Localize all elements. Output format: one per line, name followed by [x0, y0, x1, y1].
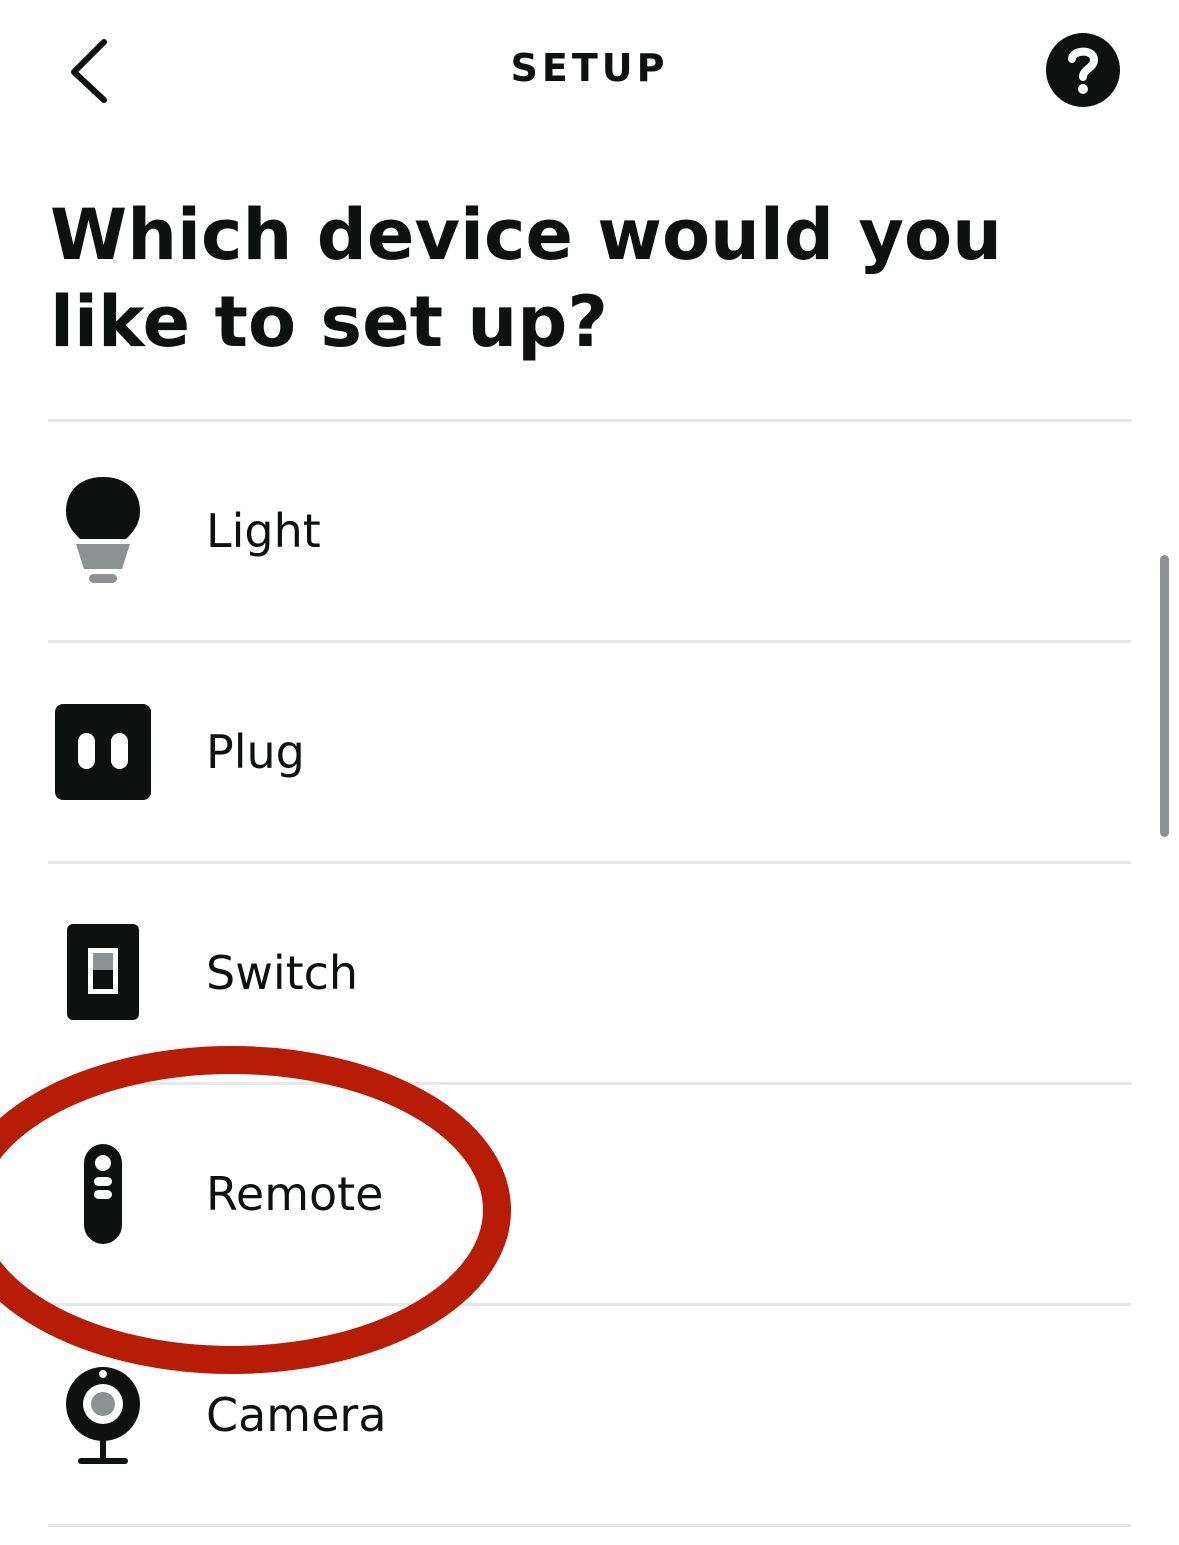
plug-icon	[48, 692, 158, 812]
divider	[48, 1524, 1131, 1527]
lightbulb-icon	[48, 471, 158, 591]
device-item-plug[interactable]: Plug	[48, 643, 1131, 861]
device-item-camera[interactable]: Camera	[48, 1306, 1131, 1524]
device-label-switch: Switch	[206, 946, 359, 1000]
device-item-light[interactable]: Light	[48, 422, 1131, 640]
setup-screen: SETUP Which device would you like to set…	[0, 0, 1179, 1545]
device-item-switch[interactable]: Switch	[48, 864, 1131, 1082]
setup-question-heading: Which device would you like to set up?	[50, 194, 1002, 363]
device-label-camera: Camera	[206, 1388, 387, 1442]
question-mark-icon	[1068, 47, 1099, 94]
device-label-plug: Plug	[206, 725, 305, 779]
device-item-remote[interactable]: Remote	[48, 1085, 1131, 1303]
device-label-light: Light	[206, 504, 321, 558]
switch-icon	[48, 913, 158, 1033]
page-title: SETUP	[510, 46, 669, 90]
camera-icon	[48, 1355, 158, 1475]
device-label-remote: Remote	[206, 1167, 384, 1221]
scrollbar-thumb[interactable]	[1160, 555, 1169, 837]
help-button[interactable]	[1046, 33, 1120, 107]
device-list: Light Plug Switch Remote Camera	[48, 419, 1131, 1527]
remote-icon	[48, 1134, 158, 1254]
